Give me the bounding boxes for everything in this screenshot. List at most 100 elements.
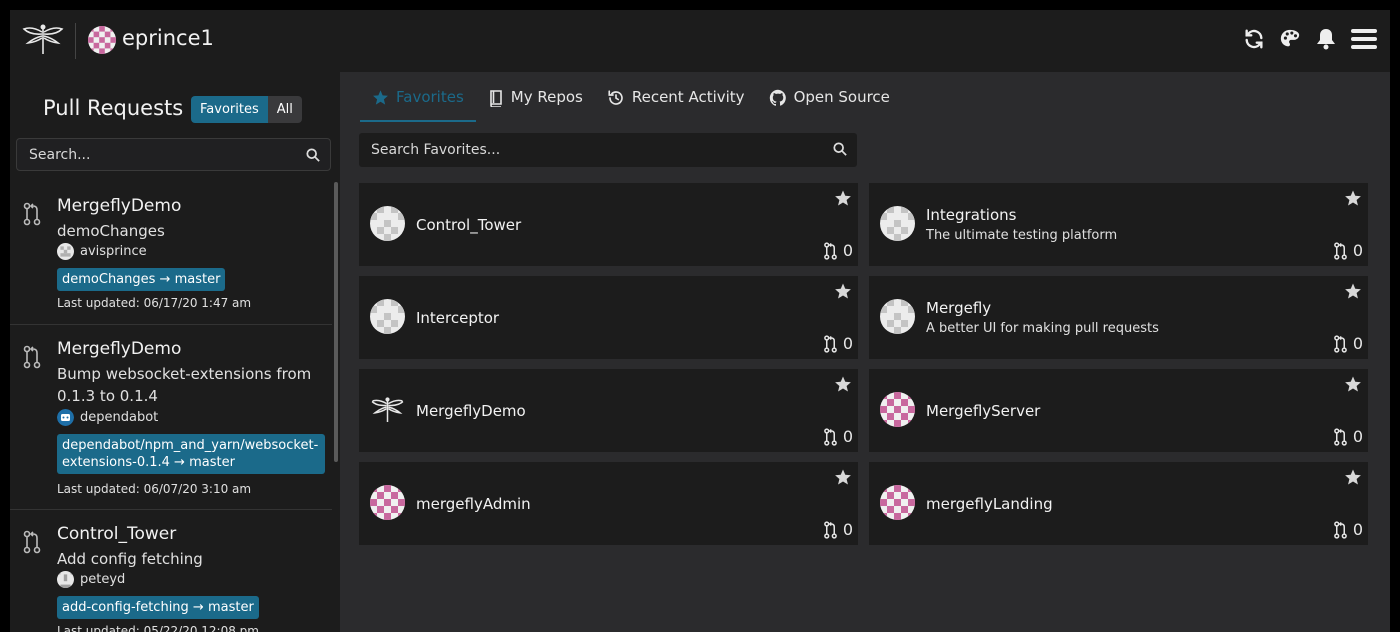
repo-card[interactable]: Integrations The ultimate testing platfor… <box>869 183 1368 266</box>
favorite-star-icon[interactable] <box>1344 468 1362 486</box>
repo-description: A better UI for making pull requests <box>926 321 1159 336</box>
pr-last-updated: Last updated: 06/17/20 1:47 am <box>57 296 252 310</box>
dragonfly-logo-icon[interactable] <box>22 22 64 56</box>
pr-count-value: 0 <box>842 241 853 260</box>
repo-avatar <box>880 392 915 427</box>
repo-card[interactable]: mergeflyLanding 0 <box>869 462 1368 545</box>
sidebar-search <box>16 138 331 171</box>
pr-count: 0 <box>1333 427 1363 446</box>
favorite-star-icon[interactable] <box>834 468 852 486</box>
tab-my-repos[interactable]: My Repos <box>476 82 595 122</box>
pull-request-icon <box>23 345 41 369</box>
dependabot-avatar <box>57 409 74 426</box>
pr-count: 0 <box>823 334 853 353</box>
pr-title: Add config fetching <box>57 550 203 568</box>
favorite-star-icon[interactable] <box>1344 189 1362 207</box>
pr-count-value: 0 <box>1352 334 1363 353</box>
author-avatar <box>57 243 74 260</box>
pull-request-item[interactable]: Control_Tower Add config fetching peteyd… <box>10 510 332 632</box>
repo-name: Mergefly <box>926 299 992 317</box>
tab-favorites[interactable]: Favorites <box>360 82 476 122</box>
repo-tabs: Favorites My Repos Recent Activity Open … <box>360 82 902 122</box>
pr-repo-name: MergeflyDemo <box>57 339 182 359</box>
repo-avatar <box>880 299 915 334</box>
search-icon[interactable] <box>833 142 847 156</box>
pr-count-value: 0 <box>842 334 853 353</box>
favorite-star-icon[interactable] <box>834 375 852 393</box>
sidebar-title: Pull Requests <box>43 96 184 120</box>
pr-repo-name: Control_Tower <box>57 524 177 544</box>
pull-request-item[interactable]: MergeflyDemo Bump websocket-extensions f… <box>10 325 332 510</box>
top-header: eprince1 <box>10 10 1390 72</box>
search-icon[interactable] <box>306 148 320 162</box>
repo-avatar <box>370 392 405 427</box>
repo-avatar <box>880 485 915 520</box>
favorites-search-input[interactable] <box>359 133 857 167</box>
repo-avatar <box>370 206 405 241</box>
header-divider <box>75 23 76 59</box>
pull-request-icon <box>823 520 837 539</box>
author-name: dependabot <box>80 410 159 425</box>
pr-branch-badge: dependabot/npm_and_yarn/websocket-extens… <box>57 434 325 474</box>
author-name: avisprince <box>80 244 147 259</box>
pr-count: 0 <box>823 520 853 539</box>
refresh-icon[interactable] <box>1242 27 1266 51</box>
pull-request-icon <box>23 530 41 554</box>
pull-request-icon <box>23 202 41 226</box>
repo-card[interactable]: MergeflyDemo 0 <box>359 369 858 452</box>
tab-label: Open Source <box>793 88 890 106</box>
repo-name: mergeflyAdmin <box>416 495 531 513</box>
repo-avatar <box>880 206 915 241</box>
toggle-all[interactable]: All <box>267 96 302 123</box>
github-icon <box>769 89 786 106</box>
tab-recent-activity[interactable]: Recent Activity <box>595 82 757 122</box>
tab-label: My Repos <box>510 88 583 106</box>
pr-author: peteyd <box>57 571 125 588</box>
pr-branch-badge: demoChanges → master <box>57 268 226 291</box>
tab-label: Recent Activity <box>631 88 745 106</box>
star-icon <box>373 90 388 105</box>
pr-count-value: 0 <box>842 427 853 446</box>
pr-last-updated: Last updated: 05/22/20 12:08 pm <box>57 624 259 632</box>
pull-request-item[interactable]: MergeflyDemo demoChanges avisprince demo… <box>10 182 332 325</box>
repo-name: mergeflyLanding <box>926 495 1053 513</box>
pr-count-value: 0 <box>1352 520 1363 539</box>
favorite-star-icon[interactable] <box>1344 282 1362 300</box>
pr-count: 0 <box>1333 241 1363 260</box>
bell-icon[interactable] <box>1314 27 1338 51</box>
toggle-favorites[interactable]: Favorites <box>191 96 268 123</box>
book-icon <box>489 90 502 107</box>
favorites-search <box>359 133 857 167</box>
pull-request-icon <box>823 334 837 353</box>
pr-count: 0 <box>823 427 853 446</box>
repo-name: MergeflyServer <box>926 402 1041 420</box>
repo-avatar <box>370 299 405 334</box>
repo-card[interactable]: Mergefly A better UI for making pull requ… <box>869 276 1368 359</box>
pull-request-icon <box>823 427 837 446</box>
repo-card[interactable]: Control_Tower 0 <box>359 183 858 266</box>
repo-card[interactable]: mergeflyAdmin 0 <box>359 462 858 545</box>
favorite-star-icon[interactable] <box>834 189 852 207</box>
pull-request-icon <box>1333 427 1347 446</box>
history-icon <box>608 90 623 105</box>
pr-branch-badge: add-config-fetching → master <box>57 596 259 619</box>
pr-count-value: 0 <box>1352 241 1363 260</box>
repo-card[interactable]: MergeflyServer 0 <box>869 369 1368 452</box>
pr-count: 0 <box>823 241 853 260</box>
user-avatar[interactable] <box>88 26 116 54</box>
pr-last-updated: Last updated: 06/07/20 3:10 am <box>57 482 252 496</box>
favorite-star-icon[interactable] <box>834 282 852 300</box>
repo-card[interactable]: Interceptor 0 <box>359 276 858 359</box>
sidebar-search-input[interactable] <box>17 139 330 170</box>
repo-name: Control_Tower <box>416 216 522 234</box>
sidebar-scrollbar[interactable] <box>334 182 338 462</box>
menu-icon[interactable] <box>1350 27 1378 51</box>
header-actions <box>1242 27 1378 51</box>
username-label[interactable]: eprince1 <box>122 26 214 50</box>
favorite-star-icon[interactable] <box>1344 375 1362 393</box>
repo-name: Integrations <box>926 206 1017 224</box>
tab-open-source[interactable]: Open Source <box>757 82 902 122</box>
pr-count: 0 <box>1333 334 1363 353</box>
author-name: peteyd <box>80 572 126 587</box>
palette-icon[interactable] <box>1278 27 1302 51</box>
